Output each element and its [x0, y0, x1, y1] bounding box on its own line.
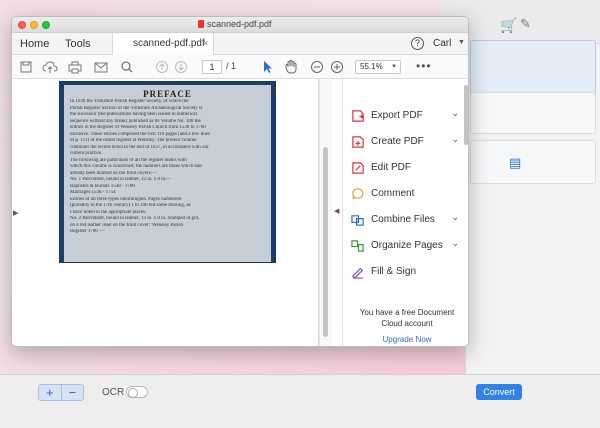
- scanned-page: PREFACE In 1939 the Yorkshire Parish Reg…: [59, 81, 276, 263]
- page-text-line: Register 1700 —': [70, 229, 106, 234]
- background-bottom-bar: [0, 374, 600, 428]
- search-icon[interactable]: [120, 58, 134, 76]
- tool-icon: [352, 188, 364, 200]
- page-content: PREFACE In 1939 the Yorkshire Parish Reg…: [64, 85, 271, 262]
- tool-label: Edit PDF: [371, 162, 412, 173]
- next-page-icon[interactable]: [174, 58, 188, 76]
- window-title-text: scanned-pdf.pdf: [207, 19, 272, 29]
- zoom-chevron-down-icon: ▼: [391, 64, 397, 70]
- background-card[interactable]: [470, 92, 596, 134]
- tool-label: Fill & Sign: [371, 266, 417, 277]
- tool-create-pdf[interactable]: Create PDF ⌄: [351, 133, 463, 151]
- tool-icon: [352, 110, 364, 122]
- zoom-in-icon[interactable]: [330, 58, 344, 76]
- document-scrollbar[interactable]: [319, 79, 332, 346]
- tool-label: Create PDF: [371, 136, 424, 147]
- tool-icon: [351, 240, 364, 252]
- tool-edit-pdf[interactable]: Edit PDF: [351, 159, 463, 177]
- cloud-account-message: You have a free Document Cloud account: [359, 308, 455, 328]
- right-panel-toggle-icon[interactable]: ◀: [334, 207, 339, 215]
- file-icon[interactable]: ▤: [509, 156, 521, 171]
- page-text: In 1939 the Yorkshire Parish Register So…: [70, 99, 265, 236]
- print-icon[interactable]: [68, 58, 82, 76]
- tool-icon: [352, 136, 364, 148]
- tools-pane: Export PDF ⌄ Create PDF ⌄ Edit PDF Comment Com…: [342, 79, 468, 346]
- tool-icon: [351, 215, 364, 226]
- cart-icon[interactable]: 🛒: [500, 18, 517, 34]
- hand-tool-icon[interactable]: [284, 58, 298, 76]
- brush-icon[interactable]: ✎: [520, 17, 531, 32]
- tool-label: Export PDF: [371, 110, 423, 121]
- tool-organize-pages[interactable]: Organize Pages ⌄: [351, 237, 463, 255]
- close-window-button[interactable]: [18, 21, 26, 29]
- menu-home[interactable]: Home: [20, 38, 49, 50]
- menu-bar: Home Tools scanned-pdf.pdf × ? Carl ▼: [12, 33, 468, 55]
- scrollbar-thumb[interactable]: [323, 147, 328, 337]
- zoom-out-icon[interactable]: [310, 58, 324, 76]
- toolbar: 1 / 1 55.1% ▼ •••: [12, 55, 468, 79]
- help-icon[interactable]: ?: [411, 37, 424, 50]
- chevron-down-icon[interactable]: ⌄: [451, 109, 459, 119]
- tab-close-icon[interactable]: ×: [203, 38, 208, 48]
- ocr-label: OCR: [102, 387, 125, 398]
- left-panel-toggle-icon[interactable]: ▶: [13, 209, 18, 217]
- tool-fill-sign[interactable]: Fill & Sign: [351, 263, 463, 281]
- zoom-window-button[interactable]: [42, 21, 50, 29]
- tool-label: Combine Files: [371, 214, 435, 225]
- tool-label: Comment: [371, 188, 415, 199]
- tool-label: Organize Pages: [371, 240, 443, 251]
- more-options-icon[interactable]: •••: [416, 59, 432, 73]
- page-total: / 1: [226, 61, 237, 71]
- background-card[interactable]: [470, 140, 596, 184]
- tool-combine-files[interactable]: Combine Files ⌄: [351, 211, 463, 229]
- zoom-minus-button[interactable]: −: [60, 385, 84, 400]
- chevron-down-icon[interactable]: ⌄: [451, 213, 459, 223]
- chevron-down-icon[interactable]: ⌄: [451, 239, 459, 249]
- tools-scrollbar[interactable]: [464, 85, 468, 145]
- tab-label: scanned-pdf.pdf: [133, 38, 205, 49]
- ocr-toggle[interactable]: [126, 386, 148, 398]
- tool-icon: [352, 162, 364, 174]
- zoom-level-select[interactable]: 55.1% ▼: [355, 60, 401, 74]
- title-bar[interactable]: scanned-pdf.pdf: [12, 17, 468, 33]
- zoom-segment-control[interactable]: + −: [38, 384, 84, 401]
- pdf-file-icon: [198, 20, 204, 28]
- convert-button[interactable]: Convert: [476, 384, 522, 400]
- chevron-down-icon[interactable]: ⌄: [451, 135, 459, 145]
- previous-page-icon[interactable]: [155, 58, 169, 76]
- tool-comment[interactable]: Comment: [351, 185, 463, 203]
- select-pointer-icon[interactable]: [262, 58, 272, 76]
- tool-icon: [352, 267, 364, 279]
- minimize-window-button[interactable]: [30, 21, 38, 29]
- tool-export-pdf[interactable]: Export PDF ⌄: [351, 107, 463, 125]
- page-heading: PREFACE: [143, 89, 192, 99]
- zoom-level-value: 55.1%: [360, 62, 383, 71]
- save-icon[interactable]: [20, 58, 32, 76]
- page-number-input[interactable]: 1: [202, 60, 222, 74]
- user-name[interactable]: Carl: [433, 38, 451, 49]
- upgrade-now-link[interactable]: Upgrade Now: [349, 335, 465, 344]
- user-menu-chevron-icon[interactable]: ▼: [458, 39, 465, 46]
- upload-cloud-icon[interactable]: [42, 58, 58, 76]
- zoom-plus-button[interactable]: +: [39, 385, 61, 400]
- document-tab[interactable]: scanned-pdf.pdf ×: [112, 33, 214, 55]
- window-title: scanned-pdf.pdf: [198, 19, 272, 29]
- acrobat-window: scanned-pdf.pdf Home Tools scanned-pdf.p…: [11, 16, 469, 347]
- document-viewer[interactable]: ▶ PREFACE In 1939 the Yorkshire Parish R…: [12, 79, 332, 346]
- menu-tools[interactable]: Tools: [65, 38, 91, 50]
- email-icon[interactable]: [94, 58, 108, 76]
